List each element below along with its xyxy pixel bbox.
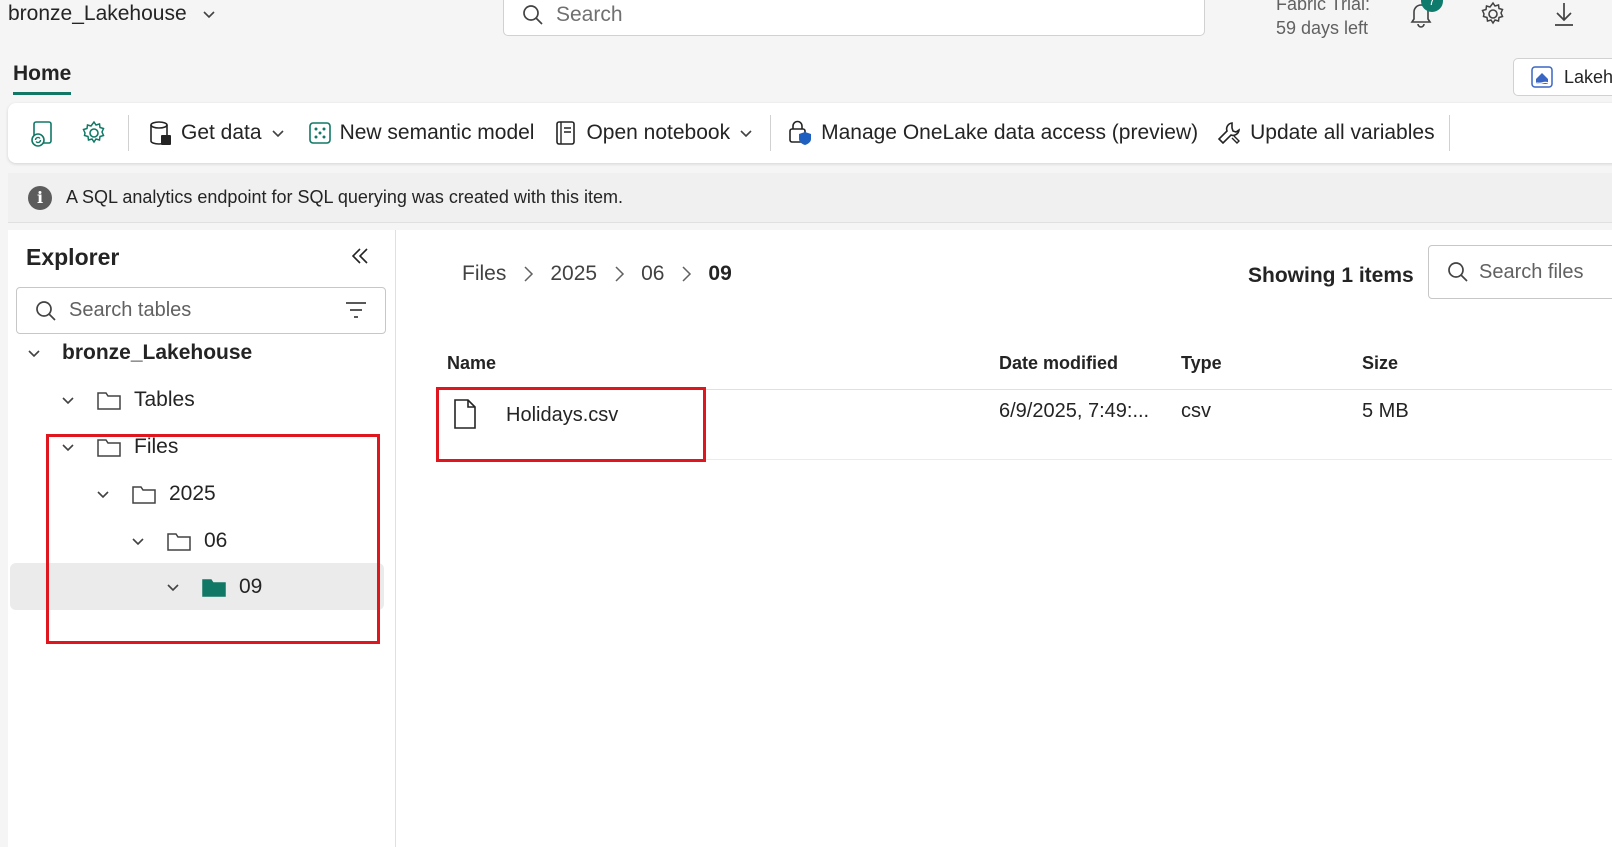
search-icon: [1448, 262, 1468, 282]
new-semantic-model-button[interactable]: New semantic model: [308, 121, 535, 145]
info-message: A SQL analytics endpoint for SQL queryin…: [66, 187, 623, 207]
column-header-type[interactable]: Type: [1181, 353, 1222, 374]
shield-lock-icon: [789, 120, 812, 145]
chevron-down-icon: [28, 349, 40, 357]
download-button[interactable]: [1551, 0, 1577, 28]
explorer-title: Explorer: [26, 244, 120, 270]
ribbon-divider: [1448, 115, 1450, 151]
chevron-right-icon: [615, 266, 625, 282]
lakehouse-settings-button[interactable]: [80, 119, 108, 147]
get-data-label: Get data: [181, 121, 262, 144]
breadcrumb-files[interactable]: Files: [462, 262, 506, 286]
refresh-button[interactable]: [28, 118, 58, 148]
workspace-title-dropdown[interactable]: bronze_Lakehouse: [8, 2, 217, 26]
search-icon: [36, 300, 56, 321]
search-tables-input[interactable]: Search tables: [16, 287, 386, 334]
database-icon: [150, 121, 171, 145]
gear-icon: [82, 120, 105, 144]
highlight-box-file: [436, 387, 706, 462]
collapse-explorer-button[interactable]: [350, 246, 370, 266]
download-icon: [1551, 0, 1577, 28]
update-all-variables-label: Update all variables: [1250, 121, 1435, 144]
highlight-box-tree: [46, 434, 380, 644]
filter-icon: [346, 302, 366, 318]
folder-icon: [97, 391, 121, 410]
tree-item-lakehouse[interactable]: bronze_Lakehouse: [8, 329, 384, 376]
tree-item-tables-label: Tables: [134, 387, 195, 411]
trial-status[interactable]: Fabric Trial: 59 days left: [1276, 0, 1370, 40]
chevron-down-icon: [201, 6, 217, 22]
breadcrumb-09: 09: [708, 262, 732, 285]
column-header-date-modified[interactable]: Date modified: [999, 353, 1118, 374]
workspace-title: bronze_Lakehouse: [8, 2, 187, 25]
double-chevron-left-icon: [351, 248, 368, 264]
get-data-button[interactable]: Get data: [147, 119, 286, 147]
trial-days-left: 59 days left: [1276, 18, 1369, 38]
update-all-variables-button[interactable]: Update all variables: [1216, 120, 1435, 146]
wrench-icon: [1218, 122, 1241, 145]
file-type: csv: [1181, 400, 1211, 422]
manage-onelake-access-button[interactable]: Manage OneLake data access (preview): [787, 120, 1198, 146]
tree-item-lakehouse-label: bronze_Lakehouse: [62, 340, 253, 364]
column-header-name[interactable]: Name: [447, 353, 496, 374]
manage-onelake-label: Manage OneLake data access (preview): [821, 121, 1199, 144]
chevron-right-icon: [524, 266, 534, 282]
chevron-down-icon: [62, 396, 74, 404]
search-files-input[interactable]: Search files: [1428, 245, 1612, 299]
trial-label: Fabric Trial:: [1276, 0, 1371, 14]
search-tables-placeholder: Search tables: [69, 299, 192, 321]
open-notebook-label: Open notebook: [586, 121, 731, 144]
search-icon: [522, 4, 544, 26]
semantic-model-icon: [308, 122, 331, 144]
lakehouse-icon: [1530, 65, 1554, 89]
lakehouse-button-label: Lakehouse: [1564, 66, 1612, 87]
notifications-button[interactable]: 7: [1407, 0, 1443, 28]
info-icon: i: [28, 185, 52, 210]
info-banner: i A SQL analytics endpoint for SQL query…: [8, 173, 1612, 223]
global-search-placeholder: Search: [556, 3, 623, 26]
ribbon-divider: [128, 115, 129, 151]
filter-button[interactable]: [345, 300, 367, 320]
open-notebook-button[interactable]: Open notebook: [554, 120, 754, 146]
ribbon-divider: [770, 115, 772, 151]
new-semantic-model-label: New semantic model: [339, 121, 535, 144]
file-list-pane: Files 2025 06 09 Showing 1 items Search …: [396, 230, 1612, 847]
chevron-right-icon: [682, 266, 692, 282]
global-search-input[interactable]: Search: [503, 0, 1205, 36]
breadcrumb-2025[interactable]: 2025: [550, 262, 597, 286]
file-size: 5 MB: [1362, 400, 1409, 422]
ribbon-toolbar: Get data New semantic model Open noteboo…: [8, 103, 1612, 163]
chevron-down-icon: [271, 130, 284, 138]
notebook-icon: [556, 121, 576, 145]
lakehouse-mode-button[interactable]: Lakehouse: [1513, 58, 1612, 96]
tree-item-tables[interactable]: Tables: [8, 376, 384, 423]
chevron-down-icon: [740, 130, 752, 138]
item-count: Showing 1 items: [1248, 264, 1414, 287]
column-header-size[interactable]: Size: [1362, 353, 1398, 374]
file-date-modified: 6/9/2025, 7:49:...: [999, 400, 1150, 422]
search-files-placeholder: Search files: [1479, 260, 1584, 283]
refresh-icon: [31, 121, 52, 147]
settings-button[interactable]: [1479, 0, 1507, 28]
tab-home[interactable]: Home: [13, 62, 72, 95]
breadcrumb-06[interactable]: 06: [641, 262, 664, 286]
breadcrumb: Files 2025 06 09: [462, 262, 732, 286]
gear-icon: [1479, 0, 1507, 28]
